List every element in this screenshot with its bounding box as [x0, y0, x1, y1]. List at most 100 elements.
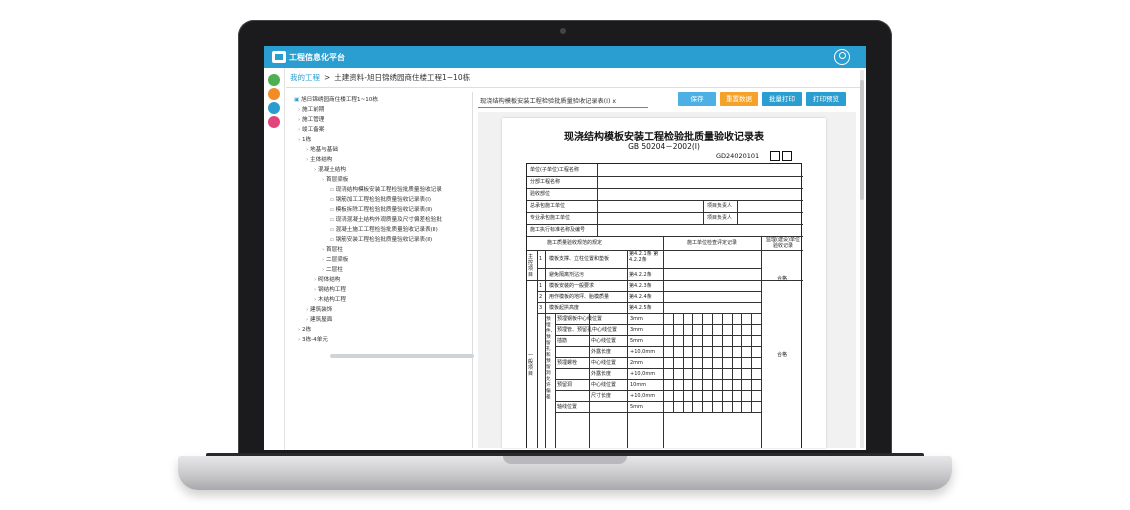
table-line [692, 390, 694, 401]
table-line [721, 401, 723, 412]
tree-item[interactable]: › 首层柱 [322, 246, 343, 254]
result-general: 合格 [777, 352, 788, 358]
table-line [731, 368, 733, 379]
tree-item[interactable]: › 二层柱 [322, 266, 343, 274]
table-line [663, 401, 664, 412]
table-line [721, 346, 723, 357]
tree-item[interactable]: › 竣工备案 [298, 126, 324, 134]
tree-item[interactable]: › 建筑装饰 [306, 306, 332, 314]
table-line [741, 379, 743, 390]
tree-item[interactable]: › 施工前期 [298, 106, 324, 114]
table-line [751, 368, 753, 379]
doc-tab[interactable]: 现浇结构模板安装工程检验批质量验收记录表(Ⅰ) x [480, 96, 616, 105]
table-line [741, 357, 743, 368]
table-line [751, 401, 753, 412]
deviation-value: 3mm [630, 316, 643, 322]
table-line [731, 379, 733, 390]
page-scrollbar[interactable] [860, 70, 864, 448]
tree-item-label: 主体结构 [310, 157, 333, 163]
deviation-name: 预埋螺栓 [557, 360, 578, 366]
col-header-supervision: 监理(建设)单位验收记录 [766, 237, 800, 249]
tree-item-label: 建筑装饰 [310, 307, 333, 313]
tree-item[interactable]: › 3栋-4单元 [298, 336, 328, 344]
deviation-sub: 中心线位置 [591, 360, 617, 366]
table-line [751, 379, 753, 390]
tree-item[interactable]: ▫ 混凝土施工工程检验批质量验收记录表(Ⅱ) [330, 226, 438, 234]
tree-item[interactable]: › 混凝土结构 [314, 166, 346, 174]
col-header-spec: 施工质量验收规范的规定 [547, 240, 603, 246]
table-line [663, 324, 664, 335]
table-line [672, 346, 674, 357]
table-line [702, 346, 704, 357]
tree-item[interactable]: ▫ 现浇混凝土结构外观质量及尺寸偏差检验批 [330, 216, 442, 224]
camera-icon [560, 28, 566, 34]
table-line [663, 368, 664, 379]
app-logo[interactable]: 工程信息化平台 [272, 50, 345, 64]
document-icon[interactable] [268, 88, 280, 100]
manager-label: 项目负责人 [707, 203, 733, 209]
tree-item[interactable]: ▫ 模板拆除工程检验批质量验收记录表(Ⅱ) [330, 206, 432, 214]
deviation-sub: 中心线位置 [591, 338, 617, 344]
deviation-value: 5mm [630, 338, 643, 344]
breadcrumb-home[interactable]: 我的工程 [290, 72, 320, 83]
table-line [731, 313, 733, 324]
tree-item[interactable]: › 首层梁板 [322, 176, 348, 184]
breadcrumb-separator: > [324, 72, 331, 82]
item-no: 2 [539, 294, 543, 300]
tree-item[interactable]: › 钢结构工程 [314, 286, 346, 294]
form-header-label: 总承包施工单位 [530, 203, 566, 209]
tree-item[interactable]: › 1栋 [298, 136, 311, 144]
page-scrollbar-thumb[interactable] [860, 80, 864, 200]
table-line [702, 368, 704, 379]
save-button[interactable]: 保存 [678, 92, 716, 106]
tree-item[interactable]: › 2栋 [298, 326, 311, 334]
table-line [692, 346, 694, 357]
item-name: 模板安装的一般要求 [549, 283, 595, 289]
tree-item[interactable]: ▫ 钢筋安装工程检验批质量验收记录表(Ⅱ) [330, 236, 432, 244]
globe-icon[interactable] [268, 102, 280, 114]
item-clause: 第4.2.3条 [629, 283, 652, 289]
tree-item[interactable]: › 主体结构 [306, 156, 332, 164]
tree-item[interactable]: › 建筑屋面 [306, 316, 332, 324]
code-box[interactable] [770, 151, 780, 161]
tree-item[interactable]: › 砌体结构 [314, 276, 340, 284]
deviation-sub: 中心线位置 [591, 382, 617, 388]
deviation-name: 插筋 [557, 338, 568, 344]
tree-item[interactable]: ▫ 钢筋加工工程检验批质量验收记录表(Ⅰ) [330, 196, 431, 204]
table-line [712, 357, 713, 368]
reset-data-button[interactable]: 重置数据 [720, 92, 758, 106]
item-name: 用作模板的地坪、胎模质量 [549, 294, 610, 300]
deviation-value: +10,0mm [630, 393, 656, 399]
item-no: 1 [539, 283, 543, 289]
deviation-name: 预埋管、预留孔中心线位置 [557, 327, 618, 333]
table-line [555, 412, 761, 413]
table-line [672, 357, 674, 368]
batch-print-button[interactable]: 批量打印 [762, 92, 802, 106]
table-line [741, 401, 743, 412]
print-preview-button[interactable]: 打印预览 [806, 92, 846, 106]
tree-item[interactable]: › 地基与基础 [306, 146, 338, 154]
table-line [712, 313, 713, 324]
user-avatar-icon[interactable] [834, 49, 850, 65]
tree-item[interactable]: › 二层梁板 [322, 256, 348, 264]
code-box[interactable] [782, 151, 792, 161]
tree-item[interactable]: › 施工管理 [298, 116, 324, 124]
tree-item[interactable]: ▫ 现浇结构模板安装工程检验批质量验收记录 [330, 186, 442, 194]
settings-icon[interactable] [268, 116, 280, 128]
doc-tab-close[interactable]: x [612, 98, 616, 105]
tree-root[interactable]: ▣ 旭日锦绣园商住楼工程1~10栋 [294, 96, 378, 104]
table-line [721, 357, 723, 368]
table-line [527, 188, 803, 189]
table-line [721, 335, 723, 346]
table-line [672, 368, 674, 379]
table-line [597, 164, 598, 236]
table-line [712, 401, 713, 412]
table-line [663, 390, 664, 401]
project-icon[interactable] [268, 74, 280, 86]
form-header-label: 施工执行标准名称及编号 [530, 227, 586, 233]
table-line [682, 346, 684, 357]
tree-item[interactable]: › 木结构工程 [314, 296, 346, 304]
table-line [555, 379, 761, 380]
tree-scrollbar[interactable] [330, 354, 474, 358]
deviation-name: 预埋钢板中心线位置 [557, 316, 603, 322]
